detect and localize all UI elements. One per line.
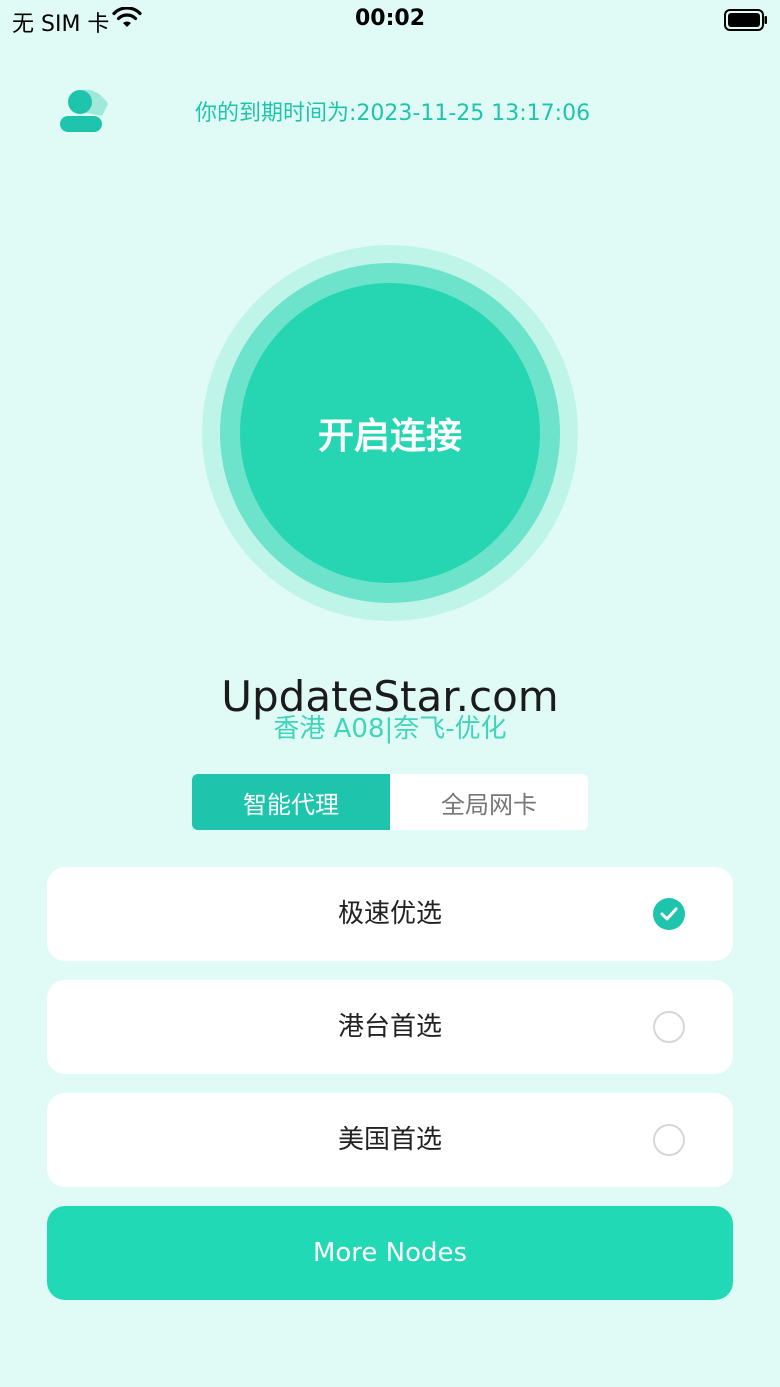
status-bar: 无 SIM 卡 00:02 xyxy=(0,0,780,40)
expiry-time: 你的到期时间为:2023-11-25 13:17:06 xyxy=(195,101,591,126)
option-label: 美国首选 xyxy=(337,1125,442,1155)
current-node[interactable]: 香港 A08|奈飞-优化 xyxy=(0,708,780,745)
radio-checked-icon[interactable] xyxy=(653,898,685,930)
radio-unchecked-icon[interactable] xyxy=(653,1011,685,1043)
connect-button[interactable]: 开启连接 xyxy=(240,283,540,583)
option-hk-tw[interactable]: 港台首选 xyxy=(47,980,733,1074)
more-nodes-button[interactable]: More Nodes xyxy=(47,1206,733,1300)
option-us[interactable]: 美国首选 xyxy=(47,1093,733,1187)
radio-unchecked-icon[interactable] xyxy=(653,1124,685,1156)
option-label: 极速优选 xyxy=(337,899,442,929)
mode-toggle: 智能代理 全局网卡 xyxy=(192,774,588,830)
battery-icon xyxy=(724,9,768,35)
clock: 00:02 xyxy=(354,6,426,31)
option-fastest[interactable]: 极速优选 xyxy=(47,867,733,961)
user-profile-icon[interactable] xyxy=(58,86,110,136)
tab-global[interactable]: 全局网卡 xyxy=(390,774,588,830)
option-label: 港台首选 xyxy=(337,1012,442,1042)
tab-smart-proxy[interactable]: 智能代理 xyxy=(192,774,390,830)
